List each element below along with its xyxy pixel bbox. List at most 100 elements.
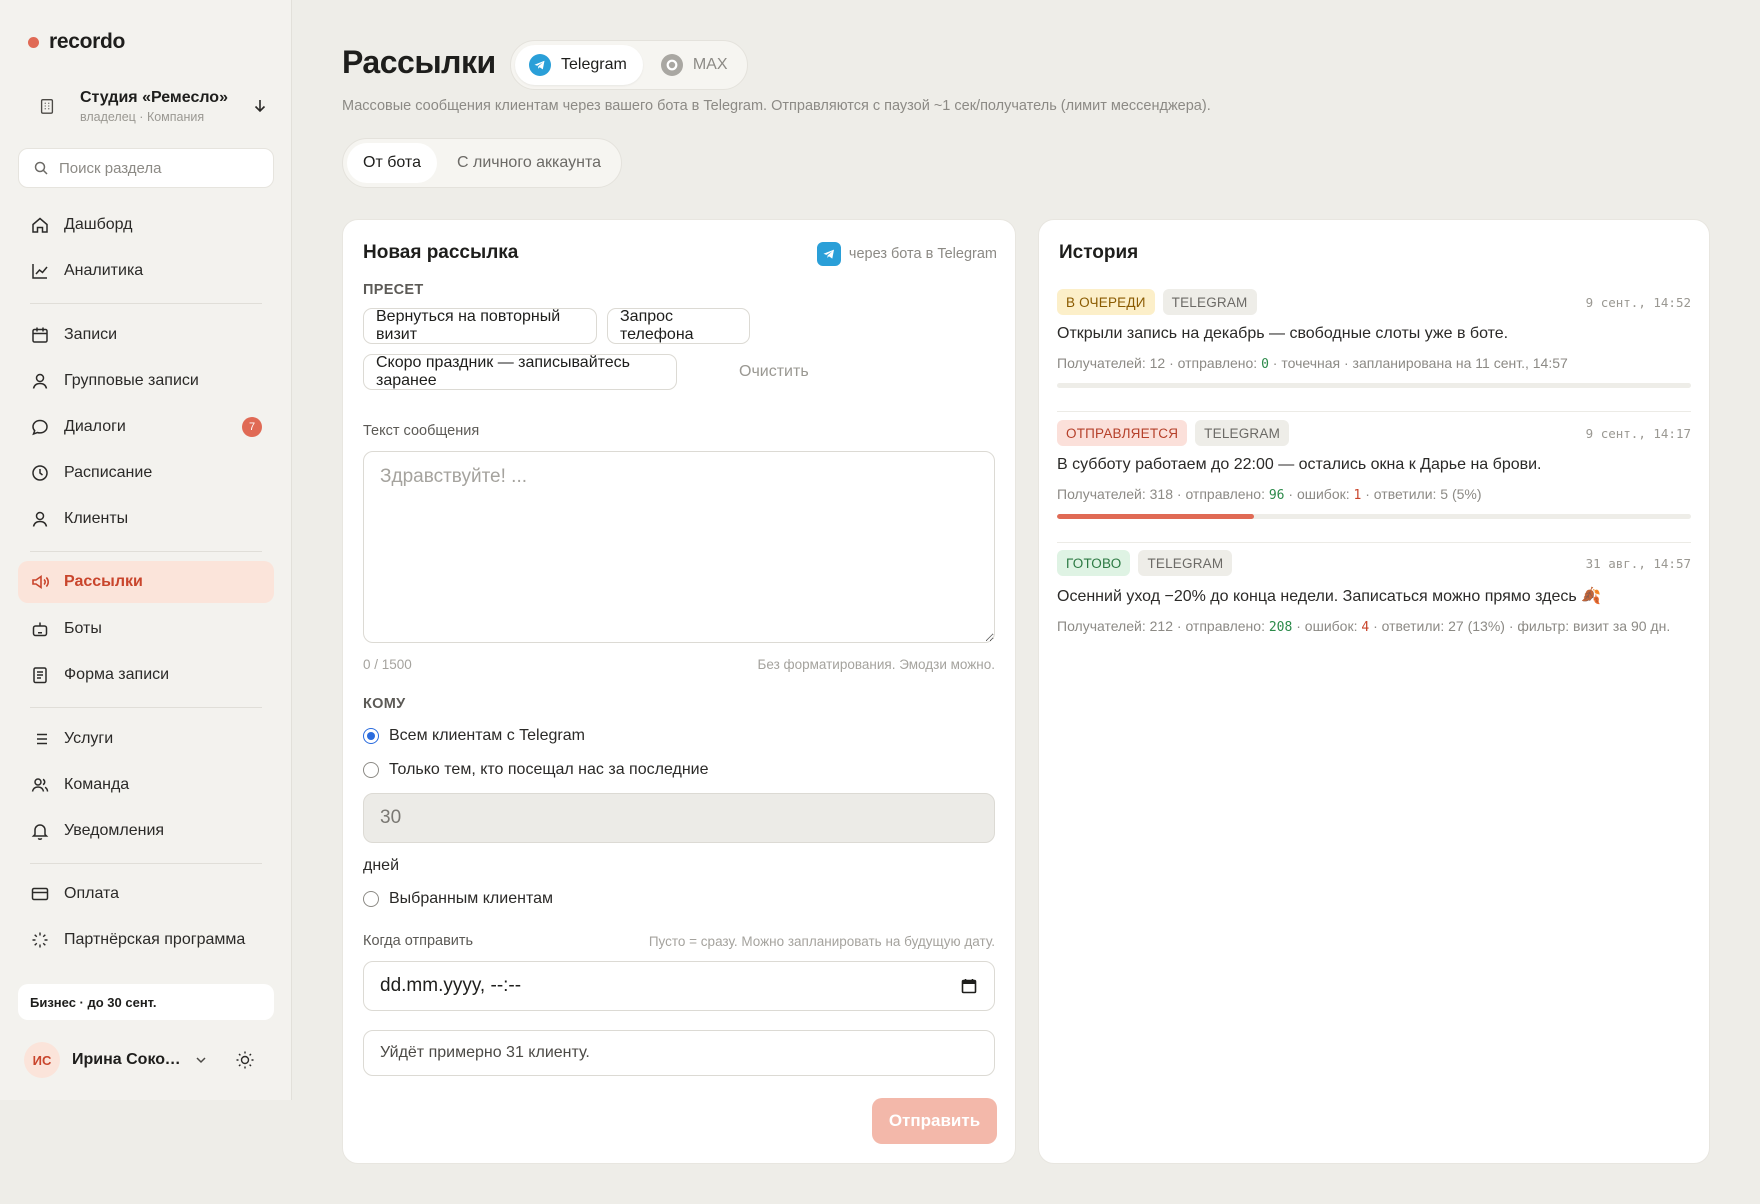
workspace-switcher[interactable]: Студия «Ремесло» владелец · Компания bbox=[38, 84, 268, 128]
progress-fill bbox=[1057, 513, 1254, 519]
days-unit-label: дней bbox=[363, 857, 400, 874]
sidebar-item-label: Рассылки bbox=[64, 573, 143, 590]
sidebar-item-label: Дашборд bbox=[64, 216, 133, 233]
history-title: История bbox=[1059, 242, 1139, 263]
sidebar-item-schedule[interactable]: Расписание bbox=[18, 452, 274, 494]
telegram-icon bbox=[816, 242, 841, 266]
user-menu[interactable]: ИС Ирина Соколова bbox=[24, 1040, 274, 1080]
message-label: Текст сообщения bbox=[363, 423, 480, 439]
sent-count: 0 bbox=[1261, 357, 1269, 372]
sidebar-item-bookings[interactable]: Записи bbox=[18, 314, 274, 356]
arrow-down-icon bbox=[254, 100, 266, 113]
history-details: · точечная · запланирована на 11 сент., … bbox=[1272, 355, 1568, 371]
preset-holiday[interactable]: Скоро праздник — записывайтесь заранее bbox=[363, 354, 677, 390]
calendar-picker-icon[interactable] bbox=[960, 977, 978, 995]
radio-all[interactable] bbox=[363, 728, 379, 744]
sidebar-item-analytics[interactable]: Аналитика bbox=[18, 250, 274, 292]
tab-label: MAX bbox=[692, 56, 728, 73]
sidebar-divider bbox=[30, 551, 262, 552]
home-icon bbox=[32, 217, 48, 233]
list-icon bbox=[33, 733, 47, 745]
history-item[interactable]: ГОТОВО TELEGRAM 31 авг., 14:57 Осенний у… bbox=[1057, 550, 1691, 638]
progress-bar bbox=[1057, 513, 1691, 519]
sidebar-item-dialogs[interactable]: Диалоги 7 bbox=[18, 406, 274, 448]
recipients-count: 318 bbox=[1149, 486, 1173, 502]
sidebar-item-label: Записи bbox=[64, 326, 118, 343]
chart-icon bbox=[32, 264, 48, 279]
sidebar-item-bots[interactable]: Боты bbox=[18, 608, 274, 650]
logo[interactable]: recordo bbox=[28, 30, 125, 54]
sidebar-item-booking-form[interactable]: Форма записи bbox=[18, 654, 274, 696]
sidebar-item-notifications[interactable]: Уведомления bbox=[18, 810, 274, 852]
unread-badge: 7 bbox=[242, 417, 262, 437]
channel-switch: Telegram MAX bbox=[510, 40, 749, 90]
history-item[interactable]: В ОЧЕРЕДИ TELEGRAM 9 сент., 14:52 Открыл… bbox=[1057, 289, 1691, 388]
clock-icon bbox=[32, 465, 48, 481]
history-divider bbox=[1057, 411, 1691, 412]
sidebar-item-label: Партнёрская программа bbox=[64, 931, 246, 948]
sidebar-item-mailings[interactable]: Рассылки bbox=[18, 561, 274, 603]
sidebar-item-label: Боты bbox=[64, 620, 102, 637]
sidebar-item-services[interactable]: Услуги bbox=[18, 718, 274, 760]
sidebar-item-clients[interactable]: Клиенты bbox=[18, 498, 274, 540]
sent-label: отправлено: bbox=[1185, 618, 1265, 634]
page-subtitle: Массовые сообщения клиентам через вашего… bbox=[342, 98, 1211, 114]
radio-recent[interactable] bbox=[363, 762, 379, 778]
recipients-count: 12 bbox=[1149, 355, 1166, 371]
search-input[interactable] bbox=[59, 159, 259, 177]
schedule-hint: Пусто = сразу. Можно запланировать на бу… bbox=[648, 934, 995, 949]
chevron-down-icon bbox=[196, 1057, 206, 1064]
clear-preset-button[interactable]: Очистить bbox=[739, 363, 809, 381]
page-title: Рассылки bbox=[342, 44, 496, 80]
option-label: Всем клиентам с Telegram bbox=[389, 727, 585, 744]
status-badge: В ОЧЕРЕДИ bbox=[1057, 289, 1155, 315]
preset-phone-request[interactable]: Запрос телефона bbox=[607, 308, 750, 344]
recipients-label: Получателей: bbox=[1057, 618, 1146, 634]
sidebar-item-group-bookings[interactable]: Групповые записи bbox=[18, 360, 274, 402]
recipients-selected-option[interactable]: Выбранным клиентам bbox=[363, 890, 553, 908]
sidebar-item-billing[interactable]: Оплата bbox=[18, 873, 274, 915]
sidebar-item-label: Команда bbox=[64, 776, 130, 793]
tab-telegram[interactable]: Telegram bbox=[515, 45, 643, 85]
recipients-recent-option[interactable]: Только тем, кто посещал нас за последние bbox=[363, 761, 709, 779]
sidebar-item-label: Форма записи bbox=[64, 666, 170, 683]
sent-label: отправлено: bbox=[1177, 355, 1258, 371]
tab-max[interactable]: MAX bbox=[647, 45, 744, 85]
message-textarea[interactable] bbox=[363, 451, 995, 643]
telegram-icon bbox=[529, 54, 551, 76]
channel-badge: TELEGRAM bbox=[1162, 289, 1257, 315]
tab-from-bot[interactable]: От бота bbox=[347, 143, 437, 183]
section-search[interactable] bbox=[18, 148, 274, 188]
logo-text: recordo bbox=[49, 30, 126, 53]
char-counter: 0 / 1500 bbox=[363, 657, 412, 672]
preset-label: ПРЕСЕТ bbox=[363, 282, 424, 298]
sidebar-item-partners[interactable]: Партнёрская программа bbox=[18, 919, 274, 961]
logo-dot-icon bbox=[28, 36, 39, 48]
sidebar-item-team[interactable]: Команда bbox=[18, 764, 274, 806]
errors-label: ошибок: bbox=[1304, 618, 1358, 634]
format-hint: Без форматирования. Эмодзи можно. bbox=[757, 657, 996, 672]
recipients-estimate: Уйдёт примерно 31 клиенту. bbox=[363, 1030, 995, 1076]
bot-icon bbox=[32, 622, 48, 637]
preset-repeat-visit[interactable]: Вернуться на повторный визит bbox=[363, 308, 597, 344]
history-item[interactable]: ОТПРАВЛЯЕТСЯ TELEGRAM 9 сент., 14:17 В с… bbox=[1057, 420, 1691, 519]
tab-from-personal[interactable]: С личного аккаунта bbox=[441, 143, 617, 183]
recipients-label: КОМУ bbox=[363, 696, 406, 712]
chat-icon bbox=[32, 419, 48, 436]
plan-badge[interactable]: Бизнес · до 30 сент. bbox=[18, 984, 274, 1020]
plan-label: Бизнес · до 30 сент. bbox=[30, 994, 157, 1010]
sidebar-item-dashboard[interactable]: Дашборд bbox=[18, 204, 274, 246]
recipients-label: Получателей: bbox=[1057, 486, 1146, 502]
sidebar-item-label: Диалоги bbox=[64, 418, 126, 435]
sun-icon[interactable] bbox=[234, 1049, 256, 1071]
history-divider bbox=[1057, 542, 1691, 543]
new-mailing-title: Новая рассылка bbox=[363, 242, 519, 263]
workspace-role: владелец · Компания bbox=[80, 109, 205, 124]
sidebar-divider bbox=[30, 303, 262, 304]
sidebar-item-label: Клиенты bbox=[64, 510, 129, 527]
schedule-datetime-input[interactable]: dd.mm.yyyy, --:-- bbox=[363, 961, 995, 1011]
days-input[interactable]: 30 bbox=[363, 793, 995, 843]
send-button[interactable]: Отправить bbox=[872, 1098, 997, 1144]
radio-selected[interactable] bbox=[363, 891, 379, 907]
recipients-all-option[interactable]: Всем клиентам с Telegram bbox=[363, 727, 585, 745]
